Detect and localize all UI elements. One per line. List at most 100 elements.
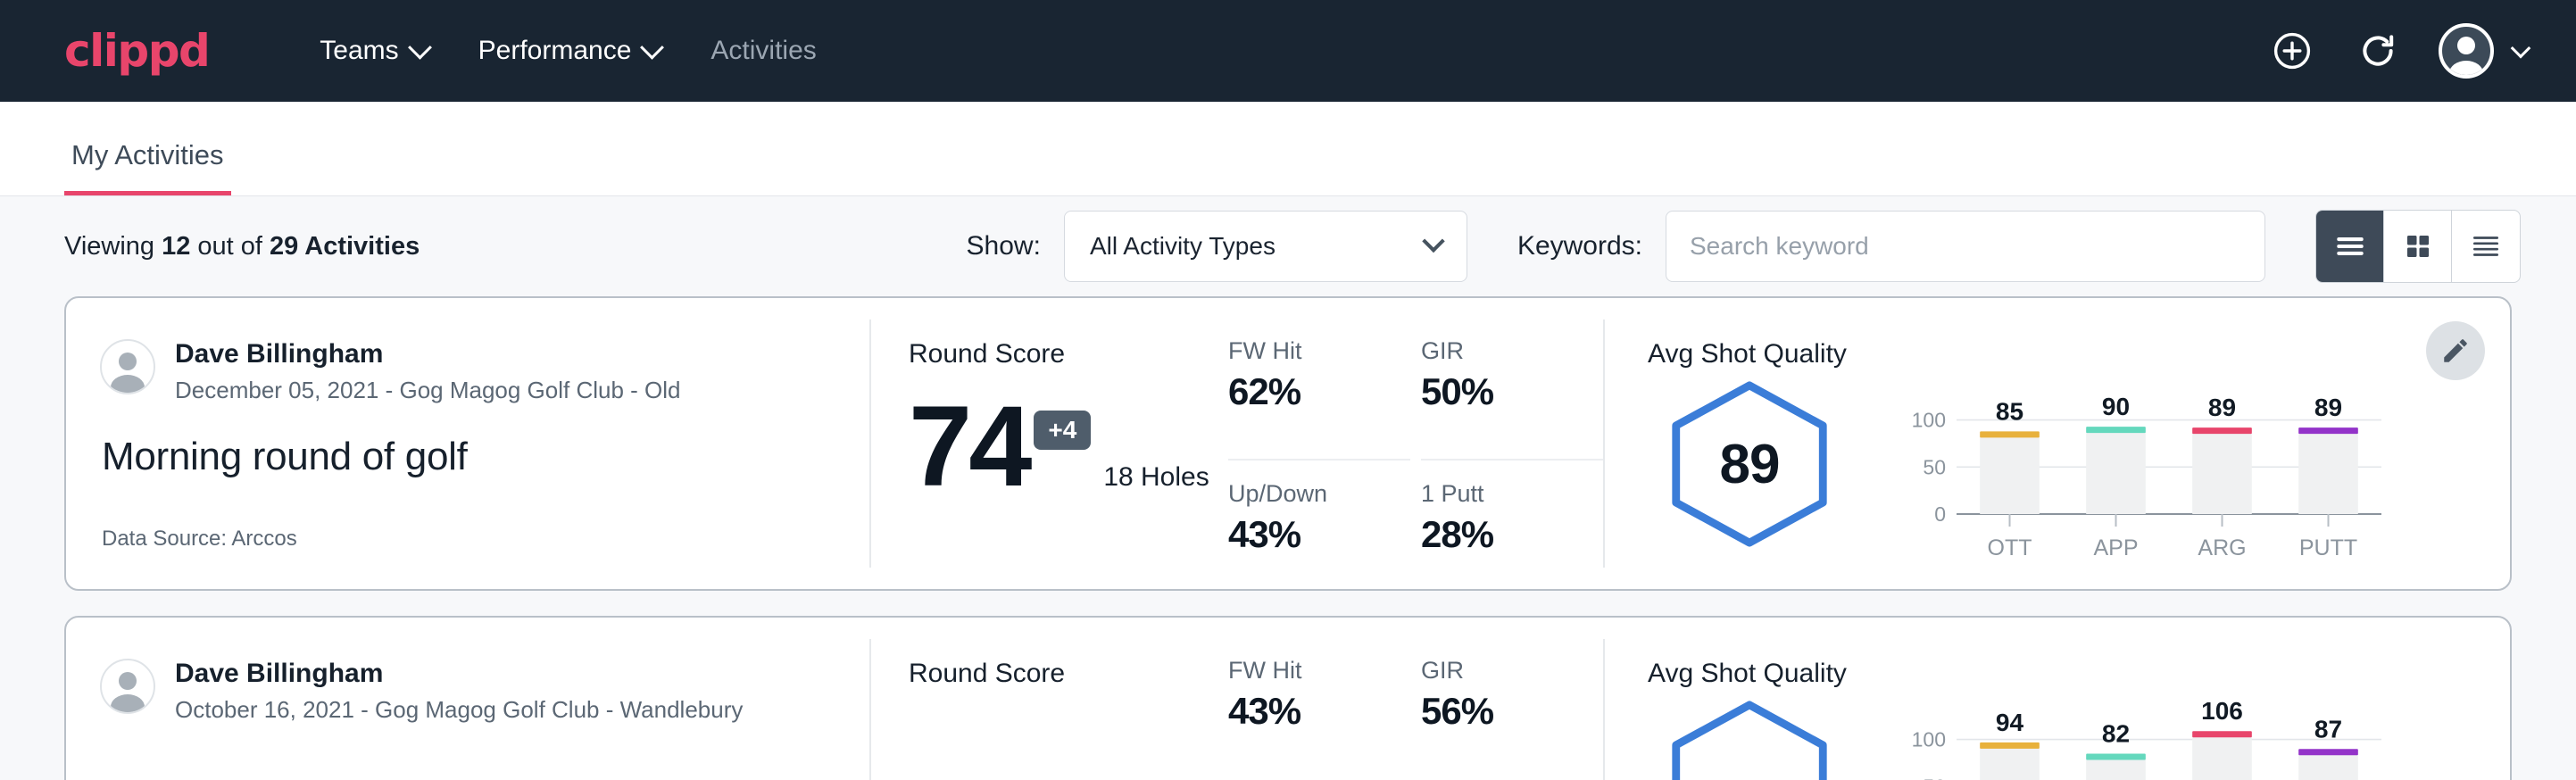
svg-text:0: 0 <box>1934 502 1946 526</box>
activity-title: Morning round of golf <box>102 435 869 479</box>
chevron-down-icon <box>408 35 432 59</box>
avg-shot-quality-body: 05010094OTT82APP106ARG87PUTT <box>1648 700 2510 780</box>
svg-text:100: 100 <box>1912 728 1946 751</box>
nav-item-activities-label: Activities <box>710 36 816 66</box>
filter-controls: Show: All Activity Types Keywords: <box>967 210 2521 283</box>
refresh-icon[interactable] <box>2353 26 2403 76</box>
edit-activity-button[interactable] <box>2426 321 2485 380</box>
svg-text:ARG: ARG <box>2198 535 2246 560</box>
author-name: Dave Billingham <box>175 339 681 369</box>
stat-fw-hit: FW Hit 43% <box>1228 657 1410 780</box>
grid-view-button[interactable] <box>2384 211 2452 282</box>
avg-shot-quality-body: 89 05010085OTT90APP89ARG89PUTT <box>1648 380 2510 568</box>
stat-label: 1 Putt <box>1421 480 1566 508</box>
view-toggle-group <box>2315 210 2521 283</box>
viewing-count: 12 <box>162 232 190 261</box>
svg-text:87: 87 <box>2314 715 2342 743</box>
activity-author: Dave Billingham December 05, 2021 - Gog … <box>100 339 869 404</box>
stats-grid: FW Hit 62% GIR 50% Up/Down 43% 1 Putt 28… <box>1228 298 1603 589</box>
tab-strip: My Activities <box>0 102 2576 196</box>
avatar <box>2439 23 2494 79</box>
activity-author: Dave Billingham October 16, 2021 - Gog M… <box>100 659 869 724</box>
viewing-total: 29 Activities <box>270 232 420 261</box>
stat-value: 62% <box>1228 370 1373 413</box>
svg-text:100: 100 <box>1912 409 1946 432</box>
activity-card[interactable]: Dave Billingham December 05, 2021 - Gog … <box>64 296 2512 591</box>
stat-value: 56% <box>1421 690 1566 733</box>
nav-item-performance[interactable]: Performance <box>453 36 686 66</box>
round-score-label: Round Score <box>909 339 1228 369</box>
nav-actions <box>2267 23 2528 79</box>
top-navigation-bar: clippd Teams Performance Activities <box>0 0 2576 102</box>
shot-quality-bar-chart: 05010094OTT82APP106ARG87PUTT <box>1907 700 2389 780</box>
avg-shot-quality-label: Avg Shot Quality <box>1648 339 2510 369</box>
stat-value: 43% <box>1228 690 1373 733</box>
activity-card[interactable]: Dave Billingham October 16, 2021 - Gog M… <box>64 616 2512 780</box>
bar-chart-svg: 05010085OTT90APP89ARG89PUTT <box>1907 380 2389 568</box>
svg-text:90: 90 <box>2102 393 2130 420</box>
activity-info: Dave Billingham October 16, 2021 - Gog M… <box>66 618 869 780</box>
filter-bar: Viewing 12 out of 29 Activities Show: Al… <box>0 196 2576 296</box>
quality-score-value <box>1662 700 1837 780</box>
search-input[interactable] <box>1666 211 2265 282</box>
svg-text:82: 82 <box>2102 720 2130 748</box>
svg-text:85: 85 <box>1996 397 2023 425</box>
stat-value: 28% <box>1421 513 1566 556</box>
round-score-label: Round Score <box>909 659 1228 689</box>
stat-gir: GIR 50% <box>1421 337 1603 446</box>
stat-up-down: Up/Down 43% <box>1228 459 1410 589</box>
avg-shot-quality-label: Avg Shot Quality <box>1648 659 2510 689</box>
activity-info: Dave Billingham December 05, 2021 - Gog … <box>66 298 869 589</box>
avatar-menu[interactable] <box>2439 23 2528 79</box>
keywords-label: Keywords: <box>1517 231 1642 261</box>
svg-text:APP: APP <box>2093 535 2138 560</box>
stat-fw-hit: FW Hit 62% <box>1228 337 1410 446</box>
author-name: Dave Billingham <box>175 659 743 689</box>
avatar <box>100 659 155 714</box>
shot-quality-bar-chart: 05010085OTT90APP89ARG89PUTT <box>1907 380 2389 568</box>
viewing-count-text: Viewing 12 out of 29 Activities <box>64 232 420 261</box>
stat-label: FW Hit <box>1228 337 1373 365</box>
stats-grid: FW Hit 43% GIR 56% <box>1228 618 1603 780</box>
stat-label: FW Hit <box>1228 657 1373 685</box>
nav-item-performance-label: Performance <box>478 36 632 66</box>
svg-text:OTT: OTT <box>1988 535 2032 560</box>
nav-item-activities[interactable]: Activities <box>686 36 841 66</box>
stat-label: Up/Down <box>1228 480 1373 508</box>
activity-meta: December 05, 2021 - Gog Magog Golf Club … <box>175 377 681 404</box>
round-score-value: 74 <box>909 393 1028 502</box>
tab-my-activities-label: My Activities <box>71 139 224 170</box>
pencil-icon <box>2440 336 2471 366</box>
tab-my-activities[interactable]: My Activities <box>64 139 231 195</box>
quality-score-value: 89 <box>1662 380 1837 548</box>
activity-meta: October 16, 2021 - Gog Magog Golf Club -… <box>175 696 743 724</box>
nav-item-teams[interactable]: Teams <box>295 36 453 66</box>
chevron-down-icon <box>1422 230 1444 253</box>
activity-type-select-value: All Activity Types <box>1090 232 1276 261</box>
svg-text:89: 89 <box>2314 394 2342 421</box>
avatar <box>100 339 155 394</box>
holes-label: 18 Holes <box>1103 462 1209 493</box>
data-source: Data Source: Arccos <box>102 527 297 552</box>
activity-card-list: Dave Billingham December 05, 2021 - Gog … <box>0 296 2576 780</box>
quality-hexagon <box>1662 700 1837 780</box>
round-score-section: Round Score 74 +4 18 Holes <box>871 298 1228 589</box>
chevron-down-icon <box>640 35 664 59</box>
add-icon[interactable] <box>2267 26 2317 76</box>
svg-text:PUTT: PUTT <box>2299 535 2357 560</box>
clippd-logo[interactable]: clippd <box>64 29 209 73</box>
viewing-prefix: Viewing <box>64 232 162 261</box>
quality-hexagon: 89 <box>1662 380 1837 548</box>
avg-shot-quality-section: Avg Shot Quality 89 0 50 100 85 OTT 90 APP 89 AR… <box>1605 298 2510 589</box>
svg-text:50: 50 <box>1923 455 1946 478</box>
activity-type-select[interactable]: All Activity Types <box>1064 211 1467 282</box>
viewing-middle: out of <box>190 232 270 261</box>
stat-value: 43% <box>1228 513 1373 556</box>
stat-1-putt: 1 Putt 28% <box>1421 459 1603 589</box>
svg-text:50: 50 <box>1923 775 1946 780</box>
nav-item-teams-label: Teams <box>320 36 398 66</box>
primary-nav: Teams Performance Activities <box>295 36 841 66</box>
list-view-button[interactable] <box>2316 211 2384 282</box>
svg-text:94: 94 <box>1996 709 2024 736</box>
compact-view-button[interactable] <box>2452 211 2520 282</box>
